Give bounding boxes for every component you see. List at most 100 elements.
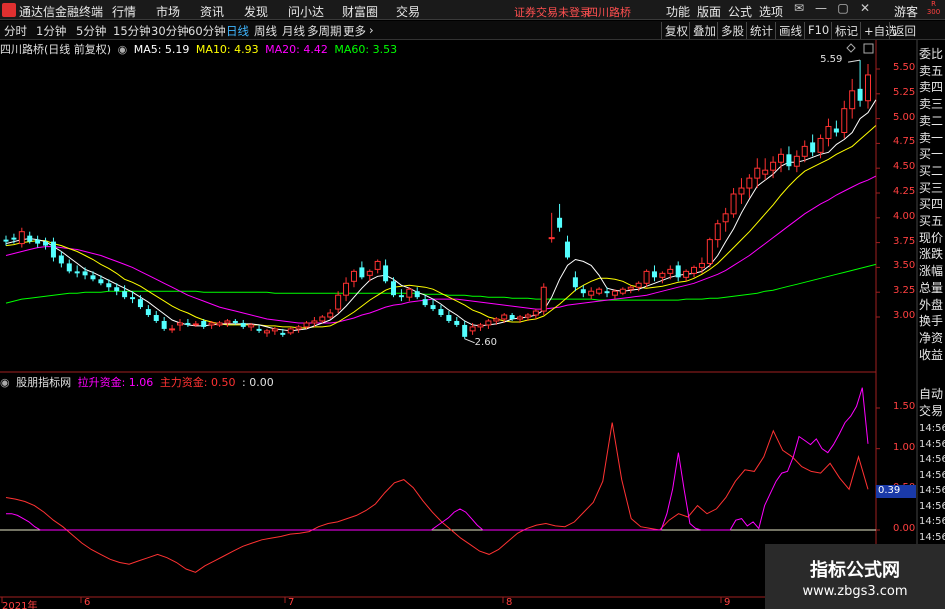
indicator-settings-icon[interactable]: ◉ xyxy=(0,376,10,389)
candle xyxy=(810,134,816,157)
side-panel-row[interactable]: 交易 xyxy=(919,403,945,420)
candle xyxy=(730,188,737,218)
candle-body xyxy=(762,169,769,175)
candle-body xyxy=(303,322,310,328)
candle xyxy=(327,309,334,319)
candle xyxy=(596,287,603,296)
candle xyxy=(50,237,56,262)
candle-body xyxy=(335,294,342,310)
candle xyxy=(588,287,595,300)
candle-body xyxy=(153,315,159,321)
price-tick-label: 4.25 xyxy=(893,186,916,197)
indicator-tick-label: 1.50 xyxy=(893,401,916,412)
candle-body xyxy=(754,167,761,179)
candle xyxy=(706,237,713,268)
candle-body xyxy=(438,309,444,316)
candle xyxy=(161,317,167,331)
time-axis-label: 9 xyxy=(724,597,731,608)
candle-body xyxy=(627,286,634,290)
candle xyxy=(240,319,246,329)
candle xyxy=(754,158,761,189)
ma5-line xyxy=(5,99,877,332)
candle xyxy=(406,287,413,302)
candle-body xyxy=(422,299,428,306)
candle xyxy=(256,324,262,333)
candle xyxy=(454,317,460,327)
candle xyxy=(224,318,231,327)
zhuli-path xyxy=(5,422,869,573)
candle-body xyxy=(256,328,262,331)
candle-body xyxy=(746,177,753,189)
candle xyxy=(485,318,492,329)
candle xyxy=(572,271,578,292)
candle-body xyxy=(18,231,25,245)
candle-body xyxy=(738,187,745,195)
candle-body xyxy=(596,288,603,294)
candle-body xyxy=(82,271,88,276)
candle-body xyxy=(224,320,231,324)
candle xyxy=(398,289,404,302)
candle-body xyxy=(414,291,420,298)
candle-body xyxy=(240,322,246,327)
candle xyxy=(216,320,223,327)
candle-body xyxy=(430,305,436,310)
candle xyxy=(438,305,444,317)
candle-body xyxy=(98,279,104,284)
candle-body xyxy=(248,324,255,328)
candle xyxy=(762,158,769,181)
candle-body xyxy=(604,291,610,294)
candle xyxy=(153,311,159,323)
tick-time: 14:56 xyxy=(919,531,945,543)
zhuli-label: 主力资金: 0.50 xyxy=(159,376,236,389)
candle-body xyxy=(801,145,808,157)
candle-body xyxy=(532,310,539,316)
candle-body xyxy=(501,314,508,320)
price-tick-label: 4.00 xyxy=(893,210,916,222)
indicator-cursor-value: 0.39 xyxy=(876,485,916,498)
side-panel-row: 买三 xyxy=(919,180,944,195)
candle xyxy=(43,237,49,250)
candle xyxy=(58,251,64,268)
candle xyxy=(548,212,555,243)
candle-body xyxy=(327,312,334,318)
settings-icon[interactable]: ◉ xyxy=(118,43,128,56)
zero-label: : 0.00 xyxy=(242,376,274,389)
watermark: 指标公式网 www.zbgs3.com xyxy=(765,544,945,609)
candle xyxy=(359,261,365,280)
indicator-tick-label: 0.00 xyxy=(893,523,916,534)
watermark-url: www.zbgs3.com xyxy=(802,584,908,599)
candle-body xyxy=(27,235,33,242)
price-tick-label: 5.25 xyxy=(893,86,916,98)
side-panel-row[interactable]: 自动 xyxy=(919,386,945,403)
side-panel-row: 买五 xyxy=(919,214,944,229)
candle xyxy=(833,120,839,137)
candle xyxy=(857,60,863,107)
candle-body xyxy=(35,239,41,244)
candle-body xyxy=(11,237,17,240)
candlestick-series xyxy=(3,60,871,339)
candle xyxy=(446,311,452,323)
low-price-label: 2.60 xyxy=(474,336,497,348)
candle-body xyxy=(698,262,705,268)
candle xyxy=(683,269,690,282)
indicator-header: ◉ 股朋指标网 拉升资金: 1.06 主力资金: 0.50 : 0.00 xyxy=(0,374,277,389)
candle xyxy=(651,265,657,282)
candle-body xyxy=(635,282,642,288)
price-tick-label: 3.75 xyxy=(893,235,916,247)
candle-body xyxy=(857,88,863,101)
candle-body xyxy=(185,322,191,325)
side-panel-row: 卖一 xyxy=(919,130,944,145)
candle-body xyxy=(722,213,729,223)
candle-body xyxy=(169,328,176,331)
price-tick-label: 4.50 xyxy=(893,161,916,173)
candle-body xyxy=(509,315,515,319)
high-arrow xyxy=(848,59,861,63)
kline-chart[interactable] xyxy=(0,0,945,609)
candle-body xyxy=(691,266,698,274)
candle-body xyxy=(524,314,531,318)
tick-time: 14:56 xyxy=(919,485,945,496)
main-chart-title: 四川路桥(日线 前复权) xyxy=(0,43,112,56)
indicator-tick-label: 1.00 xyxy=(893,441,916,453)
side-panel-row: 买一 xyxy=(919,147,944,162)
candle-body xyxy=(841,108,848,133)
